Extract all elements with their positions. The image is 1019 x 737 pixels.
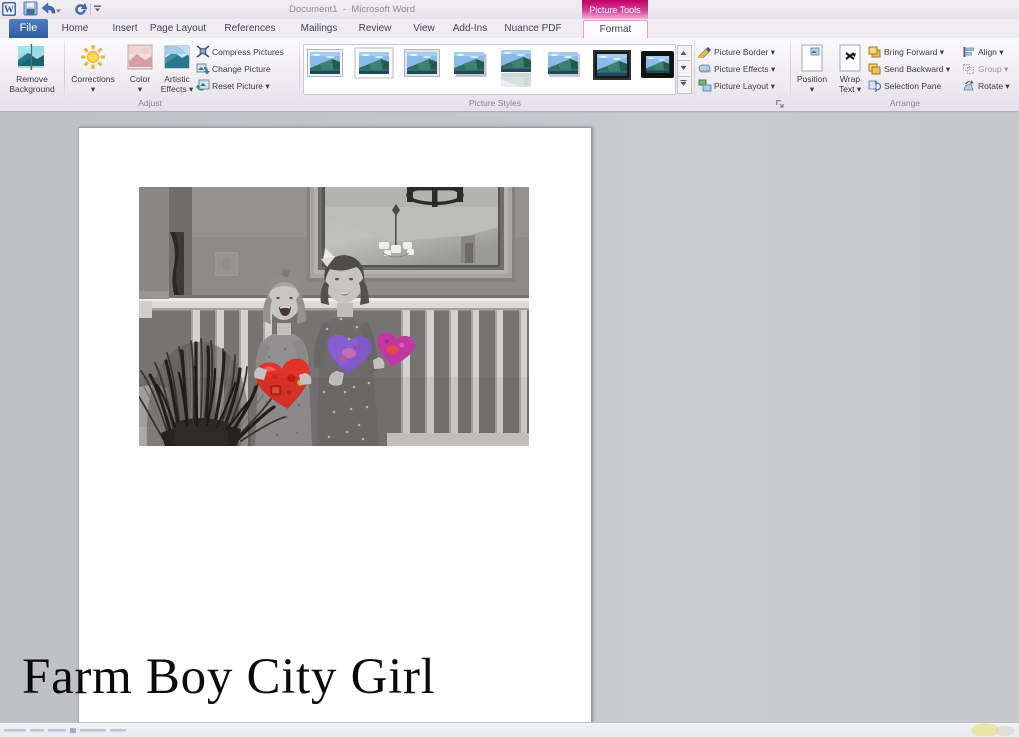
svg-text:W: W: [4, 5, 14, 16]
